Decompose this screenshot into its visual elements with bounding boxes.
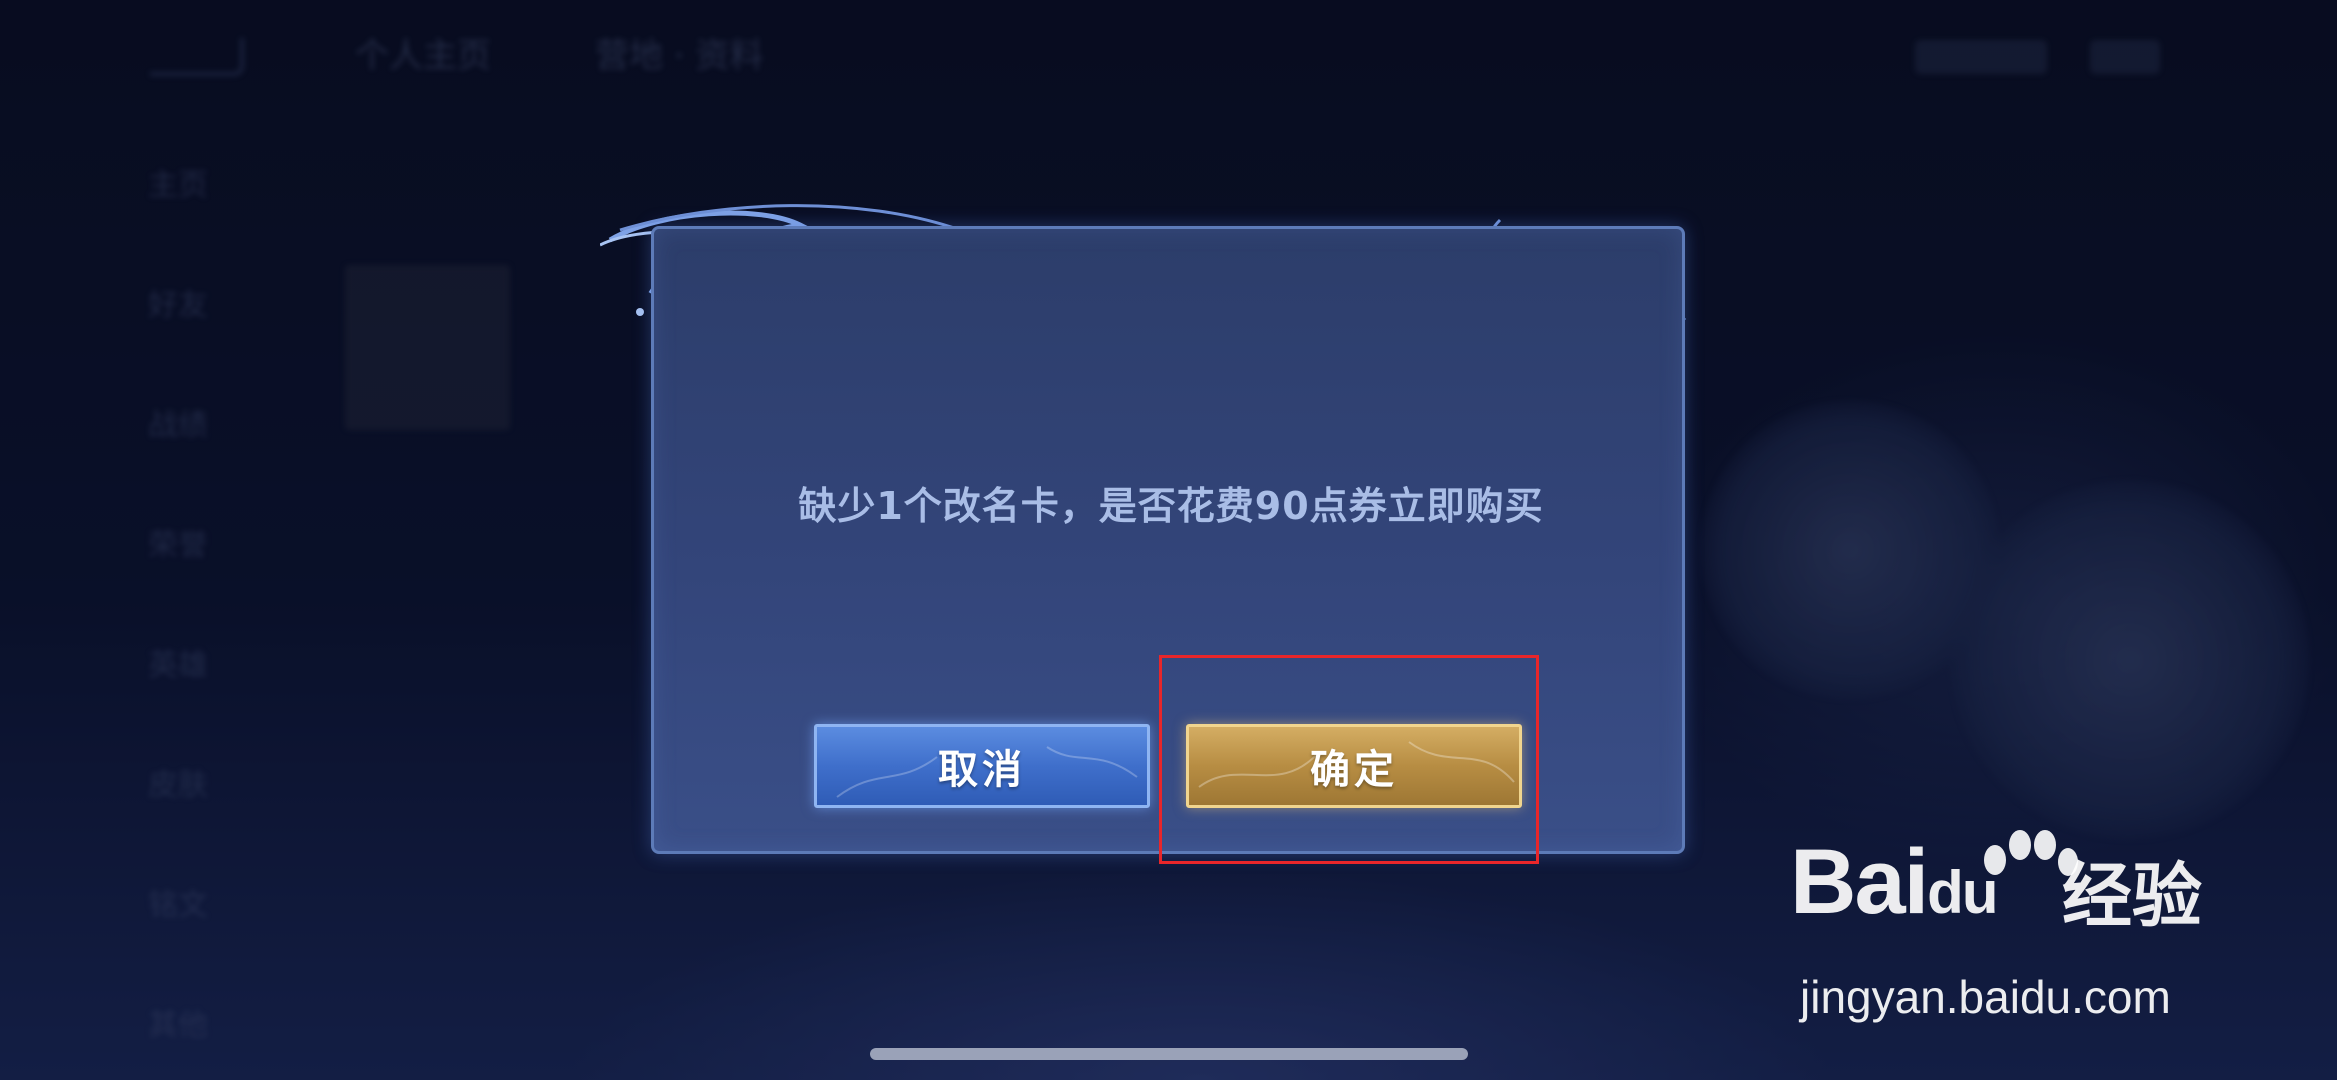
watermark-url: jingyan.baidu.com xyxy=(1800,971,2171,1023)
cancel-button-label: 取消 xyxy=(938,747,1026,793)
home-indicator[interactable] xyxy=(870,1048,1468,1060)
baidu-watermark: Baidu 经验 jingyan.baidu.com xyxy=(1790,830,2230,1030)
dialog-message: 缺少1个改名卡，是否花费90点券立即购买 xyxy=(798,484,1544,528)
highlight-annotation xyxy=(1159,655,1539,864)
watermark-brand: Baidu xyxy=(1790,831,1998,933)
watermark-cn: 经验 xyxy=(2062,855,2202,937)
cancel-button[interactable]: 取消 xyxy=(814,724,1150,808)
